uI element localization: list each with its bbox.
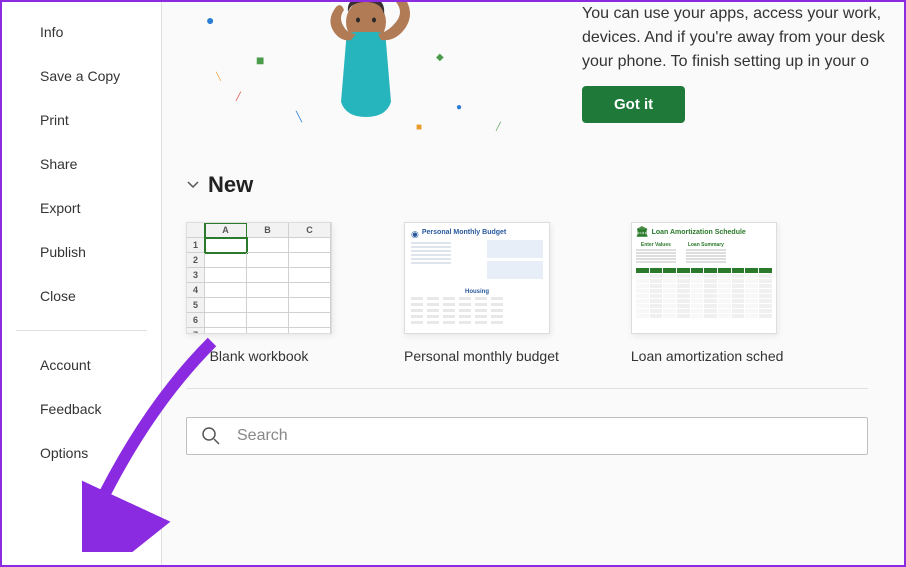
new-section-title: New [208,172,253,198]
confetti-dot-icon: ● [456,102,462,113]
hero-illustration: ● ╱ ■ ╲ ◆ ● ■ ╱ ╲ [186,2,566,132]
sidebar-item-print[interactable]: Print [2,98,161,142]
got-it-button[interactable]: Got it [582,86,685,123]
hero-description: You can use your apps, access your work,… [582,2,896,74]
sidebar-item-close[interactable]: Close [2,274,161,318]
confetti-line-icon: ╲ [296,112,302,123]
chevron-down-icon [186,177,200,194]
confetti-line-icon: ╱ [236,92,241,101]
sidebar-item-save-copy[interactable]: Save a Copy [2,54,161,98]
sidebar-item-share[interactable]: Share [2,142,161,186]
sidebar-item-options[interactable]: Options [2,431,161,475]
search-input[interactable] [237,427,853,445]
sidebar-separator [16,330,147,331]
sidebar-item-info[interactable]: Info [2,10,161,54]
template-thumbnail: 🏛 Loan Amortization Schedule Enter Value… [631,222,777,334]
new-section-header[interactable]: New [186,172,904,198]
confetti-line-icon: ╲ [216,72,221,81]
confetti-line-icon: ╱ [496,122,501,131]
template-loan-amortization[interactable]: 🏛 Loan Amortization Schedule Enter Value… [631,222,784,364]
hero-banner: ● ╱ ■ ╲ ◆ ● ■ ╱ ╲ You can use your apps,… [186,2,904,142]
confetti-square-icon: ■ [416,122,422,133]
sidebar-item-export[interactable]: Export [2,186,161,230]
search-icon [201,426,221,446]
template-label: Blank workbook [186,348,332,364]
person-celebrating-icon [306,2,426,122]
bank-icon: 🏛 [636,227,649,238]
template-blank-workbook[interactable]: ABC 1 2 3 4 5 6 7 Blank workbook [186,222,332,364]
template-thumbnail: ABC 1 2 3 4 5 6 7 [186,222,332,334]
confetti-dot-icon: ● [206,12,214,28]
sidebar-item-publish[interactable]: Publish [2,230,161,274]
section-divider [186,388,868,389]
confetti-square-icon: ■ [256,52,264,68]
search-box[interactable] [186,417,868,455]
template-gallery: ABC 1 2 3 4 5 6 7 Blank workbook ◉ [186,222,904,364]
template-personal-monthly-budget[interactable]: ◉ Personal Monthly Budget Housing [404,222,559,364]
sidebar-item-account[interactable]: Account [2,343,161,387]
main-content: ● ╱ ■ ╲ ◆ ● ■ ╱ ╲ You can use your apps,… [162,2,904,565]
backstage-sidebar: Info Save a Copy Print Share Export Publ… [2,2,162,565]
template-thumbnail: ◉ Personal Monthly Budget Housing [404,222,550,334]
confetti-square-icon: ◆ [436,52,444,63]
template-label: Loan amortization sched [631,348,784,364]
template-label: Personal monthly budget [404,348,559,364]
sidebar-item-feedback[interactable]: Feedback [2,387,161,431]
